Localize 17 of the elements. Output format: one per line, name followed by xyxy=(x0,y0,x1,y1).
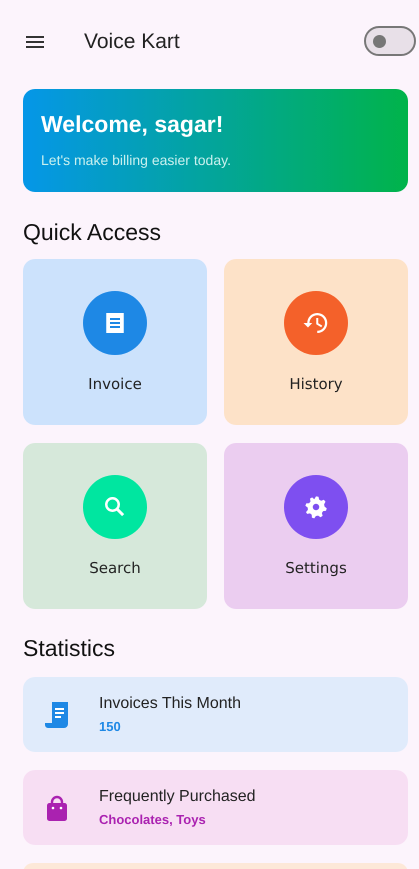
welcome-subtitle: Let's make billing easier today. xyxy=(41,152,232,168)
quick-access-tile[interactable]: Settings xyxy=(224,443,408,609)
stat-title: Frequently Purchased xyxy=(99,788,256,806)
stat-title: Invoices This Month xyxy=(99,695,241,713)
app-title: Voice Kart xyxy=(84,30,180,54)
quick-access-tile[interactable]: History xyxy=(224,259,408,425)
section-heading: Statistics xyxy=(23,635,116,662)
stat-value: Chocolates, Toys xyxy=(99,812,207,827)
quick-access-tile[interactable]: Invoice xyxy=(23,259,207,425)
receipt-icon xyxy=(45,700,69,730)
menu-icon[interactable] xyxy=(26,36,44,48)
toggle-switch[interactable] xyxy=(364,26,416,56)
section-heading: Quick Access xyxy=(23,219,162,246)
stat-value: 150 xyxy=(99,719,122,734)
shopping-bag-icon xyxy=(45,794,69,820)
quick-access-tile[interactable]: Search xyxy=(23,443,207,609)
welcome-title: Welcome, sagar! xyxy=(41,111,224,138)
